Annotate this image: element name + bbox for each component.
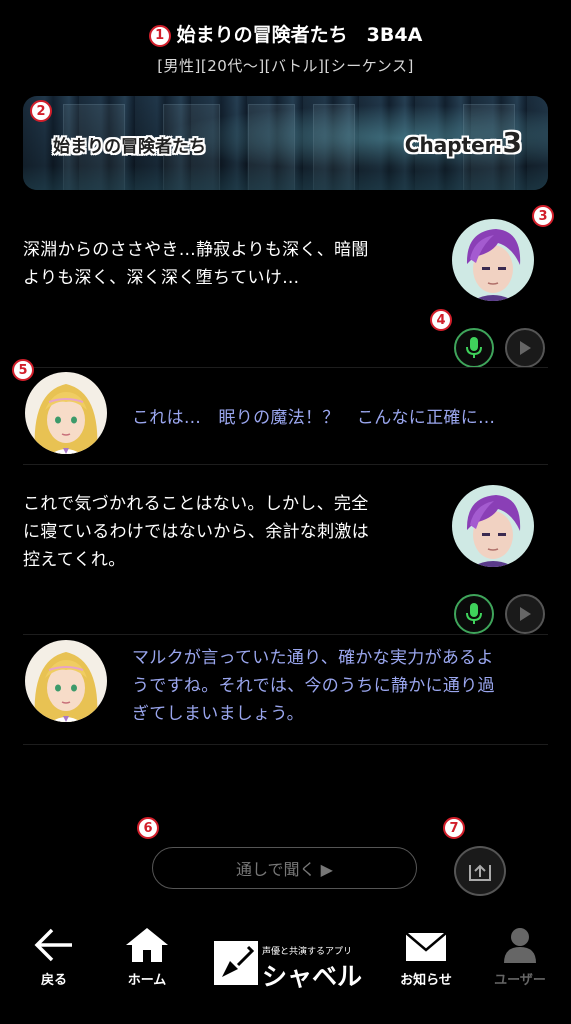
marker-7: 7	[443, 817, 465, 839]
shovel-icon	[214, 941, 258, 985]
mail-icon	[405, 932, 447, 961]
nav-user[interactable]: ユーザー	[488, 925, 552, 988]
nav-back-label: 戻る	[40, 973, 67, 988]
marker-1: 1	[148, 24, 171, 47]
chapter-banner: 始まりの冒険者たち Chapter:3	[23, 96, 548, 190]
play-voice-button[interactable]	[505, 328, 545, 368]
script-tags: [男性][20代〜][バトル][シーケンス]	[157, 57, 414, 75]
marker-3: 3	[532, 205, 554, 227]
app-name: シャベル	[262, 962, 363, 991]
script-title-text: 始まりの冒険者たち 3B4A	[176, 24, 423, 46]
marker-4: 4	[430, 309, 452, 331]
microphone-icon	[466, 337, 482, 358]
marker-6: 6	[137, 817, 159, 839]
heroine-avatar[interactable]	[25, 640, 107, 722]
nav-back[interactable]: 戻る	[30, 925, 78, 988]
listen-all-button[interactable]: 通しで聞く ▶	[152, 847, 417, 889]
share-icon	[469, 864, 491, 881]
nav-notifications[interactable]: お知らせ	[396, 925, 456, 988]
record-voice-button[interactable]	[454, 594, 494, 634]
back-arrow-icon	[34, 928, 72, 962]
nav-notifications-label: お知らせ	[400, 973, 452, 988]
banner-title: 始まりの冒険者たち	[53, 137, 206, 157]
chapter-number: 3	[502, 126, 522, 159]
script-title: 1 始まりの冒険者たち 3B4A	[0, 20, 571, 49]
share-button[interactable]	[454, 846, 506, 896]
play-voice-button[interactable]	[505, 594, 545, 634]
message-2: これは… 眠りの魔法！？ こんなに正確に…	[132, 408, 496, 428]
play-icon	[520, 607, 531, 621]
record-voice-button[interactable]	[454, 328, 494, 368]
marker-2: 2	[30, 100, 52, 122]
message-3: これで気づかれることはない。しかし、完全 に寝ているわけではないから、余計な刺激…	[23, 494, 369, 570]
app-tagline: 声優と共演するアプリ	[262, 947, 353, 957]
nav-home[interactable]: ホーム	[117, 925, 177, 988]
microphone-icon	[466, 603, 482, 624]
nav-user-label: ユーザー	[494, 973, 546, 988]
nav-home-label: ホーム	[127, 973, 167, 988]
user-icon	[504, 928, 536, 963]
marker-5: 5	[12, 359, 34, 381]
play-icon	[520, 341, 531, 355]
chapter-label: Chapter:3	[404, 126, 522, 159]
message-4: マルクが言っていた通り、確かな実力があるよ うですね。それでは、今のうちに静かに…	[132, 648, 495, 724]
home-icon	[126, 928, 168, 962]
heroine-avatar[interactable]	[25, 372, 107, 454]
villain-avatar[interactable]	[452, 485, 534, 567]
villain-avatar[interactable]	[452, 219, 534, 301]
message-1: 深淵からのささやき…静寂よりも深く、暗闇 よりも深く、深く深く堕ちていけ…	[23, 240, 369, 288]
